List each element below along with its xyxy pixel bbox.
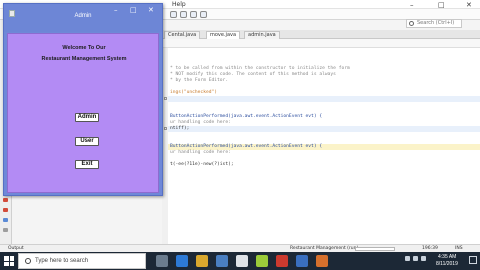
task-view-icon[interactable] bbox=[156, 255, 168, 267]
taskbar-search-placeholder: Type here to search bbox=[35, 258, 89, 264]
taskbar: Type here to search 4:35 AM 8/11/2019 bbox=[0, 252, 480, 270]
highlighted-line bbox=[168, 126, 480, 132]
error-icon bbox=[3, 198, 8, 202]
java-icon[interactable] bbox=[316, 255, 328, 267]
menu-help[interactable]: Help bbox=[172, 1, 186, 8]
fold-icon[interactable] bbox=[164, 127, 167, 130]
edge-icon[interactable] bbox=[176, 255, 188, 267]
close-icon[interactable]: ✕ bbox=[466, 1, 472, 9]
undo-icon[interactable] bbox=[170, 11, 177, 18]
chrome-icon[interactable] bbox=[236, 255, 248, 267]
welcome-heading: Welcome To Our bbox=[62, 45, 106, 51]
ide-search-placeholder: Search (Ctrl+I) bbox=[417, 20, 455, 26]
notification-icon[interactable] bbox=[469, 256, 477, 264]
code-editor[interactable]: * to be called from within the construct… bbox=[162, 48, 480, 244]
tray-chevron-icon[interactable] bbox=[405, 256, 410, 261]
volume-icon[interactable] bbox=[421, 256, 426, 261]
file-explorer-icon[interactable] bbox=[196, 255, 208, 267]
clock-date[interactable]: 8/11/2019 bbox=[436, 261, 458, 267]
tab-admin[interactable]: admin.java bbox=[244, 31, 280, 39]
code-line: ntiff); bbox=[170, 126, 190, 131]
exit-button[interactable]: Exit bbox=[75, 160, 99, 169]
ide-status-bar: Output Restaurant Management (run) 196:3… bbox=[0, 244, 480, 252]
highlighted-line bbox=[168, 96, 480, 102]
status-project: Restaurant Management (run) bbox=[290, 246, 359, 251]
app-icon[interactable] bbox=[276, 255, 288, 267]
search-icon bbox=[409, 21, 414, 26]
code-line: ings("unchecked") bbox=[170, 90, 218, 95]
build-icon[interactable] bbox=[180, 11, 187, 18]
search-icon bbox=[25, 258, 31, 264]
windows-start-icon[interactable] bbox=[4, 256, 14, 266]
clock-time[interactable]: 4:35 AM bbox=[438, 254, 456, 260]
system-name-heading: Restaurant Management System bbox=[41, 56, 127, 62]
code-line: * by the Form Editor. bbox=[170, 78, 229, 83]
tool-icon bbox=[3, 228, 8, 232]
error-icon bbox=[3, 208, 8, 212]
user-button[interactable]: User bbox=[75, 137, 99, 146]
tab-cental[interactable]: Cental.java bbox=[164, 31, 201, 39]
minimize-icon[interactable]: – bbox=[410, 1, 414, 9]
window-content: Welcome To Our Restaurant Management Sys… bbox=[7, 33, 159, 193]
debug-icon[interactable] bbox=[200, 11, 207, 18]
ide-search-input[interactable]: Search (Ctrl+I) bbox=[406, 19, 462, 28]
run-icon[interactable] bbox=[190, 11, 197, 18]
insert-mode: INS bbox=[455, 246, 463, 251]
info-icon bbox=[3, 218, 8, 222]
cursor-position: 196:39 bbox=[422, 246, 438, 251]
tab-move[interactable]: move.java bbox=[206, 31, 241, 39]
code-line: ur handling code here: bbox=[170, 150, 231, 155]
window-titlebar[interactable]: – □ ✕ Admin bbox=[4, 4, 162, 32]
app-icon[interactable] bbox=[256, 255, 268, 267]
store-icon[interactable] bbox=[216, 255, 228, 267]
editor-tabs: Cental.java move.java admin.java bbox=[162, 30, 480, 39]
code-line: t(-ee(?11e)-new(?)ist); bbox=[170, 162, 234, 167]
editor-toolbar bbox=[162, 39, 480, 48]
taskbar-search-input[interactable]: Type here to search bbox=[18, 253, 146, 269]
maximize-icon[interactable]: □ bbox=[438, 1, 445, 9]
admin-button[interactable]: Admin bbox=[75, 113, 99, 122]
output-tab[interactable]: Output bbox=[8, 246, 24, 251]
netbeans-icon[interactable] bbox=[296, 255, 308, 267]
admin-window: – □ ✕ Admin Welcome To Our Restaurant Ma… bbox=[3, 3, 163, 196]
fold-icon[interactable] bbox=[164, 97, 167, 100]
window-title: Admin bbox=[74, 13, 92, 19]
network-icon[interactable] bbox=[413, 256, 418, 261]
progress-bar bbox=[355, 247, 395, 251]
